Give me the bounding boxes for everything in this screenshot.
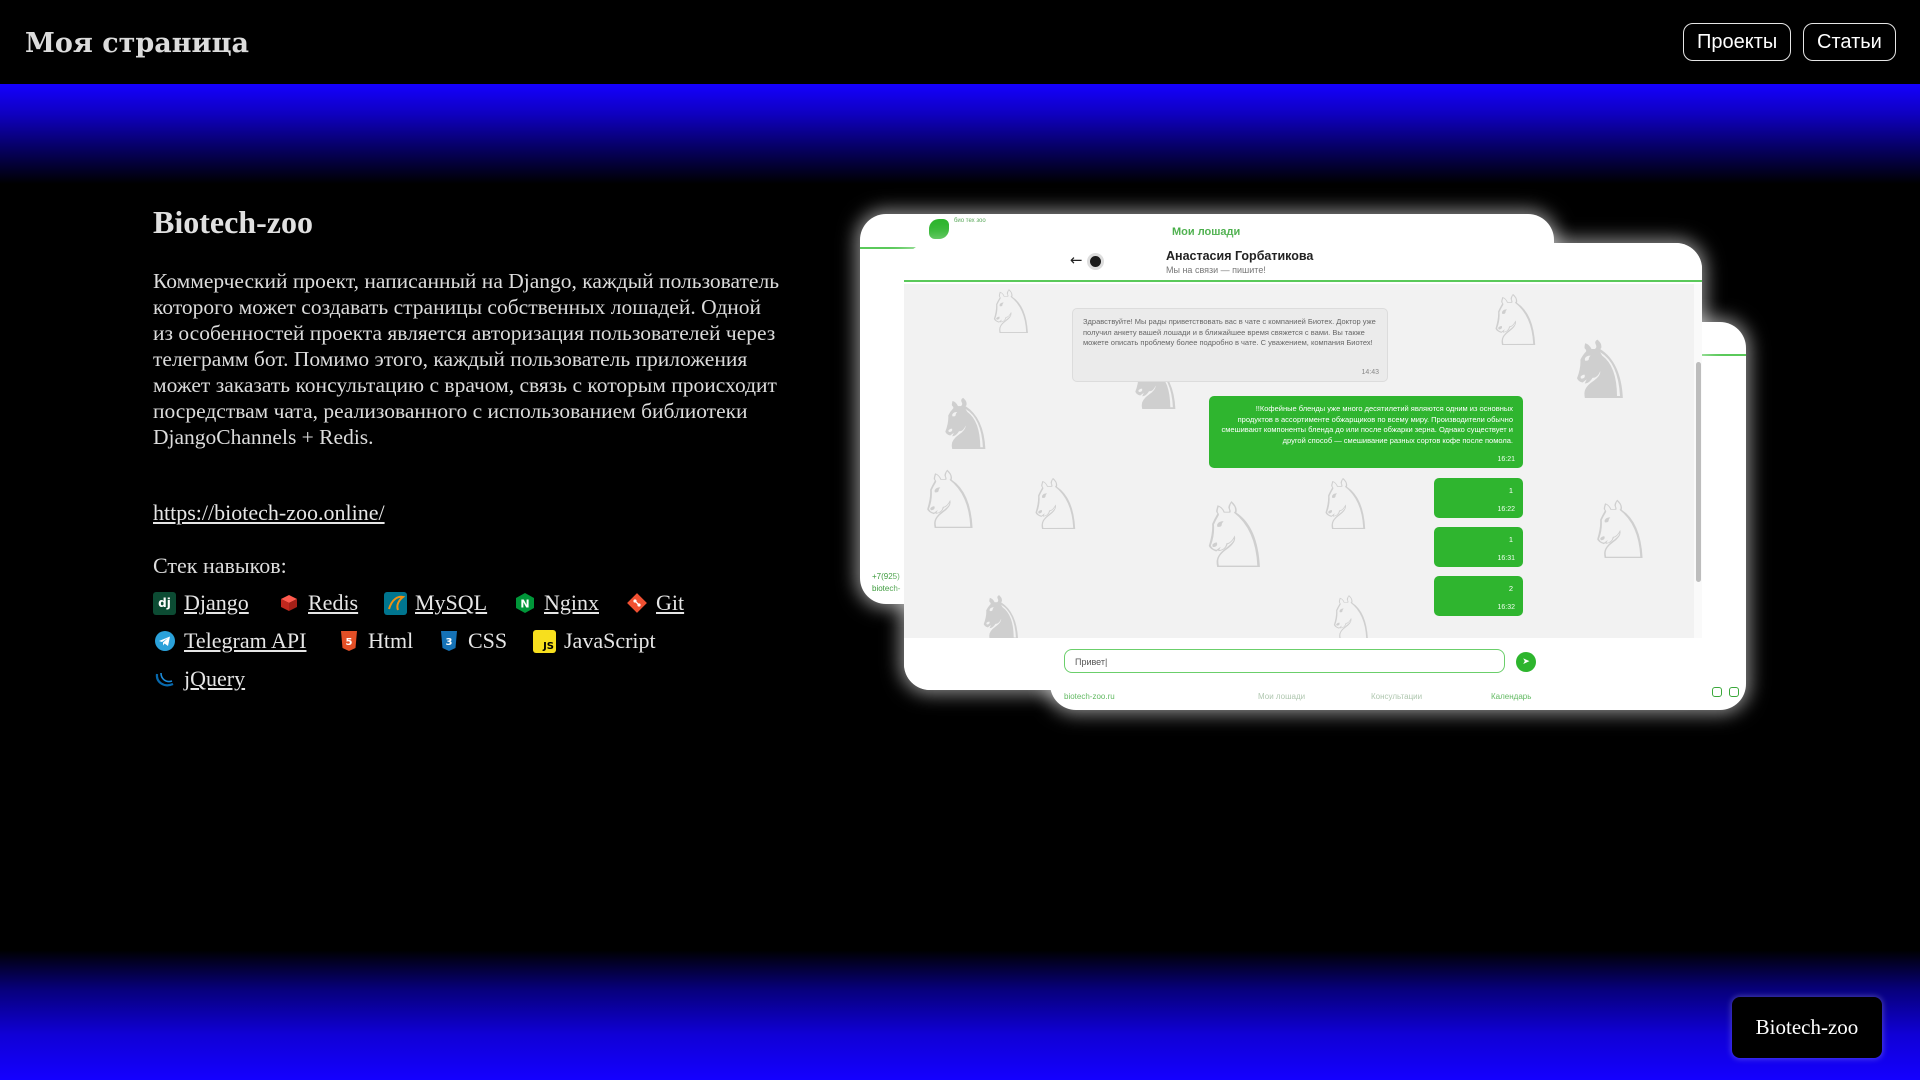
svg-text:5: 5 xyxy=(345,637,352,648)
message-text: !!Кофейные бленды уже много десятилетий … xyxy=(1221,404,1514,445)
chat-message-outgoing: 1 16:22 xyxy=(1434,478,1523,518)
skill-django[interactable]: dj Django xyxy=(153,588,249,618)
project-link[interactable]: https://biotech-zoo.online/ xyxy=(153,500,385,526)
message-text: 2 xyxy=(1508,584,1513,593)
skill-label: JavaScript xyxy=(564,628,656,653)
message-text: 1 xyxy=(1508,486,1513,495)
avatar xyxy=(1087,253,1104,270)
skill-label: Redis xyxy=(308,590,359,615)
chat-message-incoming: Здравствуйте! Мы рады приветствовать вас… xyxy=(1072,308,1388,382)
html5-icon: 5 xyxy=(337,630,360,653)
telegram-icon xyxy=(153,630,176,653)
mysql-icon xyxy=(384,591,407,615)
chat-header: ← Анастасия Горбатикова Мы на связи — пи… xyxy=(904,243,1702,282)
biotech-logo-text: био тех зоо xyxy=(954,218,986,224)
skill-css[interactable]: 3 CSS xyxy=(437,626,507,656)
back-arrow-icon: ← xyxy=(1070,251,1083,269)
git-icon xyxy=(625,592,648,615)
chat-message-outgoing: 2 16:32 xyxy=(1434,576,1523,616)
footer-horses-link: Мои лошади xyxy=(1258,692,1306,701)
chat-contact-name: Анастасия Горбатикова xyxy=(1166,249,1314,263)
message-time: 16:22 xyxy=(1497,505,1515,513)
footer-calendar-link: Календарь xyxy=(1491,692,1532,701)
nav-articles-button[interactable]: Статьи xyxy=(1803,23,1896,61)
horse-pattern-icon: ♘ xyxy=(1314,464,1377,546)
django-icon: dj xyxy=(153,591,176,615)
preview-phone-text: +7(925) xyxy=(872,572,900,581)
horse-pattern-icon: ♘ xyxy=(1324,584,1378,638)
message-text: 1 xyxy=(1508,535,1513,544)
redis-icon xyxy=(277,592,300,615)
biotech-logo-icon xyxy=(929,219,949,239)
horse-pattern-icon: ♘ xyxy=(1484,284,1547,362)
top-gradient-band xyxy=(0,84,1920,184)
skills-stack-label: Стек навыков: xyxy=(153,553,287,578)
horse-pattern-icon: ♘ xyxy=(1194,484,1275,589)
top-bar: Моя страница Проекты Статьи xyxy=(0,0,1920,84)
horse-pattern-icon: ♘ xyxy=(914,454,986,547)
skill-label: Nginx xyxy=(544,590,599,615)
chat-messages-area: ♘ ♞ ♘ ♘ ♞ ♘ ♘ ♘ ♞ ♘ ♞ ♘ Здравствуйте! Мы… xyxy=(904,284,1694,638)
jquery-icon xyxy=(153,668,176,691)
skill-label: CSS xyxy=(468,628,508,653)
project-badge[interactable]: Biotech-zoo xyxy=(1732,997,1882,1058)
nav-projects-button[interactable]: Проекты xyxy=(1683,23,1792,61)
skill-jquery[interactable]: jQuery xyxy=(153,664,245,694)
footer-consult-link: Консультации xyxy=(1371,692,1423,701)
svg-text:N: N xyxy=(520,598,529,611)
site-brand[interactable]: Моя страница xyxy=(25,28,249,59)
skill-javascript[interactable]: JS JavaScript xyxy=(533,626,656,656)
skill-redis[interactable]: Redis xyxy=(277,588,358,618)
svg-text:3: 3 xyxy=(445,637,452,648)
horse-pattern-icon: ♞ xyxy=(1564,324,1636,417)
skill-telegram-api[interactable]: Telegram API xyxy=(153,626,306,656)
project-description: Коммерческий проект, написанный на Djang… xyxy=(153,269,780,449)
skill-nginx[interactable]: N Nginx xyxy=(513,588,599,618)
skill-html[interactable]: 5 Html xyxy=(337,626,413,656)
skill-label: Telegram API xyxy=(184,628,307,653)
css3-icon: 3 xyxy=(437,630,460,653)
send-icon[interactable]: ➤ xyxy=(1516,652,1536,672)
horse-pattern-icon: ♞ xyxy=(974,584,1028,638)
skill-label: Django xyxy=(184,590,249,615)
preview-site-text: biotech- xyxy=(872,584,901,593)
skill-label: jQuery xyxy=(184,666,246,691)
horse-pattern-icon: ♘ xyxy=(1024,464,1087,546)
horse-pattern-icon: ♘ xyxy=(1584,484,1656,577)
message-input[interactable]: Привет| xyxy=(1064,649,1505,673)
footer-site-link: biotech-zoo.ru xyxy=(1064,692,1115,701)
instagram-icon xyxy=(1712,687,1722,697)
message-time: 16:32 xyxy=(1497,603,1515,611)
chat-contact-status: Мы на связи — пишите! xyxy=(1166,265,1266,275)
skill-label: Html xyxy=(368,628,414,653)
preview-screenshot-chat[interactable]: ← Анастасия Горбатикова Мы на связи — пи… xyxy=(904,243,1702,690)
preview-page-title: Мои лошади xyxy=(1172,226,1241,238)
message-time: 16:21 xyxy=(1497,455,1515,463)
skill-label: Git xyxy=(656,590,685,615)
message-text: Здравствуйте! Мы рады приветствовать вас… xyxy=(1083,317,1376,347)
message-time: 16:31 xyxy=(1497,554,1515,562)
javascript-icon: JS xyxy=(533,629,556,653)
chat-input-bar: Привет| ➤ xyxy=(904,638,1702,690)
skill-label: MySQL xyxy=(415,590,488,615)
horse-pattern-icon: ♘ xyxy=(984,284,1038,348)
bottom-gradient-band xyxy=(0,950,1920,1080)
skill-git[interactable]: Git xyxy=(625,588,684,618)
chat-message-outgoing: !!Кофейные бленды уже много десятилетий … xyxy=(1209,396,1523,468)
project-title: Biotech-zoo xyxy=(153,204,313,240)
chat-scrollbar[interactable] xyxy=(1694,284,1702,638)
skill-mysql[interactable]: MySQL xyxy=(384,588,487,618)
message-time: 14:43 xyxy=(1361,368,1379,376)
messenger-icon xyxy=(1729,687,1739,697)
scrollbar-thumb[interactable] xyxy=(1696,362,1701,582)
nginx-icon: N xyxy=(513,592,536,615)
chat-message-outgoing: 1 16:31 xyxy=(1434,527,1523,567)
